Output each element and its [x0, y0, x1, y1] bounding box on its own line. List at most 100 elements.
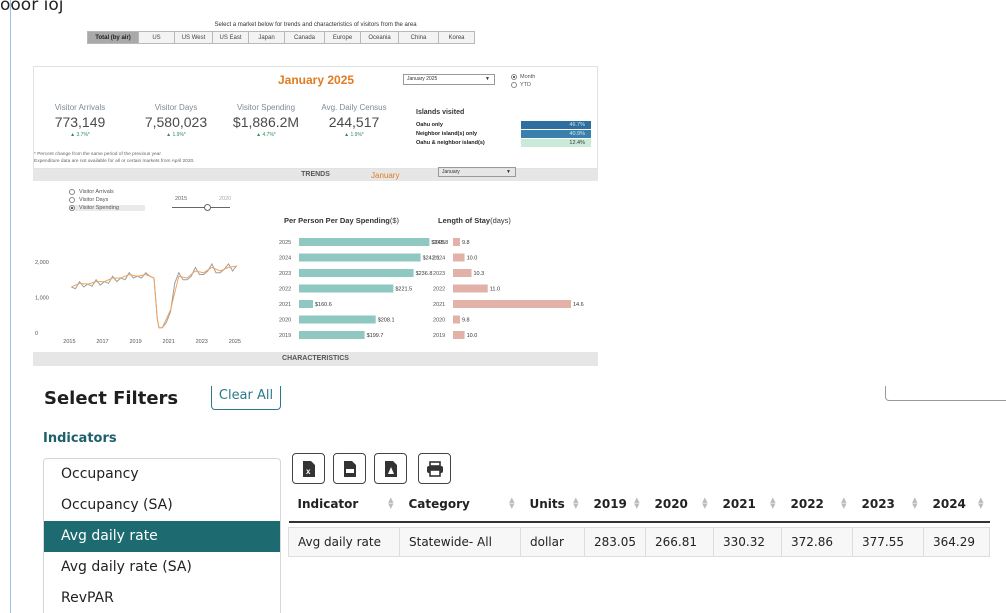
month-select[interactable]: January 2025 ▼: [403, 74, 495, 85]
column-header[interactable]: Category ▲ ▼: [399, 487, 521, 523]
export-pdf-button[interactable]: [374, 453, 407, 484]
period-ytd-radio[interactable]: YTD: [511, 82, 531, 88]
market-tab[interactable]: Japan: [249, 31, 285, 44]
market-tab[interactable]: Oceania: [361, 31, 399, 44]
visitor-dashboard: Select a market below for trends and cha…: [33, 20, 598, 368]
sort-icon: ▲ ▼: [702, 496, 708, 510]
spending-chart-title-text: Per Person Per Day Spending: [284, 216, 390, 225]
kpi-label: Avg. Daily Census: [321, 103, 387, 112]
trend-month-title: January: [371, 171, 400, 180]
table-cell: 330.32: [713, 526, 782, 557]
column-header[interactable]: 2019 ▲ ▼: [584, 487, 646, 523]
bar-value-label: 11.0: [490, 287, 500, 293]
column-header-label: 2024: [932, 497, 966, 511]
x-tick-label: 2021: [163, 339, 175, 345]
column-header-label: Category: [408, 497, 470, 511]
bar-value-label: 9.8: [462, 318, 470, 324]
kpi-label: Visitor Arrivals: [54, 103, 106, 112]
column-header[interactable]: Units ▲ ▼: [520, 487, 585, 523]
market-tab[interactable]: US: [139, 31, 175, 44]
csv-icon: [343, 460, 356, 477]
trend-option-arrivals[interactable]: Visitor Arrivals: [69, 189, 114, 195]
island-pct: 46.7%: [521, 121, 591, 129]
market-tab[interactable]: Korea: [439, 31, 475, 44]
year-slider-handle[interactable]: [204, 204, 211, 211]
radio-icon: [69, 197, 75, 203]
island-row: Neighbor island(s) only 40.9%: [416, 130, 594, 138]
table-cell: dollar: [520, 526, 585, 557]
spending-bar-chart: 2025 $248.82024 $242.12023 $236.82022 $221.5…: [279, 238, 448, 339]
trend-option-days[interactable]: Visitor Days: [69, 197, 108, 203]
island-pct: 40.9%: [521, 130, 591, 138]
x-tick-label: 2019: [129, 339, 141, 345]
spending-chart-unit: ($): [389, 216, 400, 225]
indicator-item[interactable]: Occupancy (SA): [44, 490, 280, 521]
kpi-visitor-spending: Visitor Spending $1,886.2M ▲ 4.7%*: [228, 103, 304, 138]
bar: [453, 238, 460, 246]
stay-chart-title: Length of Stay(days): [438, 216, 511, 225]
market-tab[interactable]: Canada: [285, 31, 325, 44]
column-header-label: 2023: [861, 497, 895, 511]
bar: [299, 331, 365, 339]
market-tab[interactable]: US East: [213, 31, 249, 44]
market-tab[interactable]: China: [399, 31, 439, 44]
bar: [453, 331, 465, 339]
y-tick-label: 0: [35, 331, 38, 337]
y-tick-label: 1,000: [35, 296, 49, 302]
bar-value-label: 10.0: [467, 256, 478, 262]
market-tab[interactable]: US West: [175, 31, 213, 44]
column-header[interactable]: 2024 ▲ ▼: [923, 487, 990, 523]
bar: [453, 253, 465, 262]
search-box[interactable]: [885, 386, 1006, 401]
sort-icon: ▲ ▼: [912, 496, 918, 510]
bar: [453, 269, 472, 277]
clear-all-button[interactable]: Clear All: [211, 386, 281, 410]
indicator-item[interactable]: Avg daily rate (SA): [44, 552, 280, 583]
select-filters-heading: Select Filters: [44, 388, 179, 404]
indicator-item[interactable]: RevPAR: [44, 583, 280, 613]
period-month-radio[interactable]: Month: [511, 74, 535, 80]
export-csv-button[interactable]: [333, 453, 366, 484]
print-button[interactable]: [418, 453, 451, 484]
export-excel-button[interactable]: x: [292, 453, 325, 484]
y-tick-label: 2,000: [35, 260, 49, 266]
trend-line-chart: 0 1,000 2,000 2015 2017 2019 2021 2023 2025: [35, 260, 241, 345]
trend-month-select[interactable]: January ▼: [438, 167, 516, 177]
category-label: 2023: [433, 271, 445, 277]
table-cell: 372.86: [781, 526, 853, 557]
indicators-label: Indicators: [43, 431, 117, 446]
sort-icon: ▲ ▼: [509, 496, 515, 510]
category-label: 2024: [279, 256, 291, 262]
footnote-percent: * Percent change from the same period of…: [34, 152, 161, 157]
column-header[interactable]: 2020 ▲ ▼: [645, 487, 714, 523]
column-header[interactable]: 2023 ▲ ▼: [852, 487, 924, 523]
islands-title: Islands visited: [416, 109, 465, 116]
year-slider-track[interactable]: [172, 207, 230, 208]
market-tab[interactable]: Europe: [325, 31, 361, 44]
category-label: 2023: [279, 271, 291, 277]
market-tabs: Total (by air) US US West US East Japan Canad…: [87, 31, 475, 44]
trend-option-spending[interactable]: Visitor Spending: [69, 205, 145, 211]
x-tick-label: 2023: [196, 339, 208, 345]
column-header[interactable]: 2022 ▲ ▼: [781, 487, 853, 523]
bar-value-label: 10.0: [467, 333, 478, 339]
indicator-item[interactable]: Occupancy: [44, 459, 280, 490]
category-label: 2021: [433, 302, 445, 308]
chevron-down-icon: ▼: [506, 169, 511, 175]
table-cell: 266.81: [645, 526, 714, 557]
column-header[interactable]: 2021 ▲ ▼: [713, 487, 782, 523]
column-header[interactable]: Indicator ▲ ▼: [288, 487, 400, 523]
column-header-label: 2021: [722, 497, 756, 511]
indicator-item[interactable]: Avg daily rate: [44, 521, 280, 552]
period-label: Month: [520, 74, 536, 80]
sort-icon: ▲ ▼: [841, 496, 847, 510]
column-header-label: 2019: [593, 497, 627, 511]
kpi-change: ▲ 4.7%*: [256, 132, 276, 138]
data-table: Indicator ▲ ▼ Category ▲ ▼ Units ▲ ▼ 2019 ▲ ▼ 2020 ▲ ▼…: [288, 487, 990, 557]
column-header-label: Indicator: [297, 497, 359, 511]
month-title: January 2025: [278, 73, 355, 87]
category-label: 2022: [433, 287, 445, 293]
market-tab[interactable]: Total (by air): [87, 31, 139, 44]
bar-value-label: $199.7: [367, 333, 384, 339]
bar-value-label: 14.6: [573, 302, 584, 308]
